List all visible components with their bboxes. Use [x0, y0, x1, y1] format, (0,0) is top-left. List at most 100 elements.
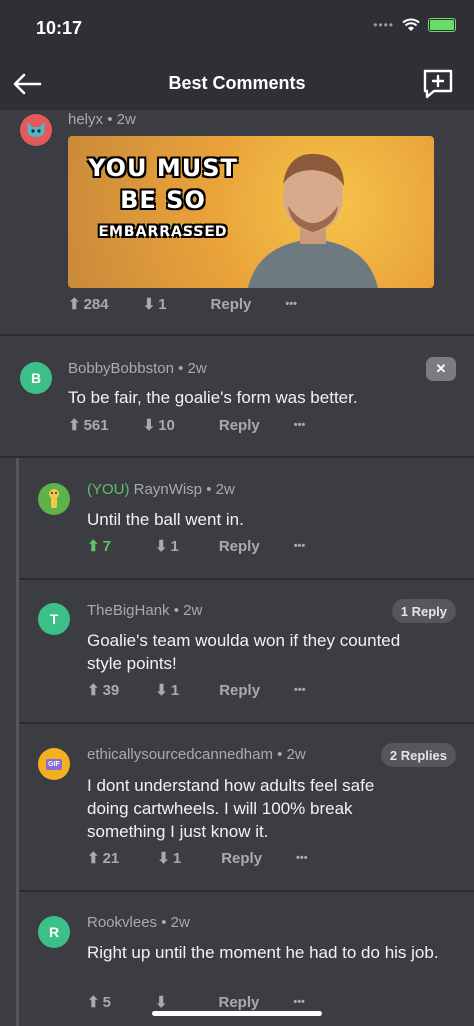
comment-age: 2w	[183, 602, 203, 619]
comment-actions: ⬆ 284 ⬇ 1 Reply •••	[68, 295, 297, 314]
more-options-icon[interactable]: •••	[293, 996, 305, 1008]
comment-actions: ⬆ 21 ⬇ 1 Reply •••	[87, 849, 308, 868]
username[interactable]: ethicallysourcedcannedham	[87, 746, 273, 763]
username[interactable]: RaynWisp	[134, 481, 202, 498]
username[interactable]: helyx	[68, 111, 103, 128]
comment-meta: ethicallysourcedcannedham • 2w	[87, 746, 306, 763]
cat-avatar-icon	[27, 122, 45, 137]
gif-caption-line: EMBARRASSED	[98, 224, 228, 240]
gif-avatar-icon: GIF	[46, 758, 62, 770]
status-time: 10:17	[36, 18, 83, 38]
reply-button[interactable]: Reply	[211, 296, 252, 313]
more-options-icon[interactable]: •••	[294, 540, 306, 552]
downvote-button[interactable]: ⬇ 1	[154, 537, 179, 556]
upvote-button[interactable]: ⬆ 39	[87, 681, 119, 700]
comment-meta: helyx • 2w	[68, 111, 136, 128]
avatar[interactable]: B	[20, 362, 52, 394]
wifi-icon	[402, 18, 420, 31]
divider	[19, 722, 474, 724]
comment-text: Goalie's team woulda won if they counted…	[87, 631, 401, 673]
downvote-button[interactable]: ⬇ 1	[142, 295, 167, 314]
avatar[interactable]	[20, 114, 52, 146]
comment-actions: ⬆ 561 ⬇ 10 Reply •••	[68, 416, 306, 435]
home-indicator[interactable]	[152, 1011, 322, 1016]
downvote-button[interactable]: ⬇	[155, 993, 171, 1011]
reply-button[interactable]: Reply	[219, 417, 260, 434]
downvote-button[interactable]: ⬇ 1	[157, 849, 181, 868]
upvote-icon: ⬆	[87, 538, 100, 555]
downvote-button[interactable]: ⬇ 1	[155, 681, 179, 700]
upvote-icon: ⬆	[68, 296, 81, 313]
downvote-button[interactable]: ⬇ 10	[142, 416, 175, 435]
divider	[19, 578, 474, 580]
nav-bar: Best Comments	[0, 58, 474, 110]
divider	[19, 890, 474, 892]
signal-icon: ••••	[373, 18, 394, 32]
reply-button[interactable]: Reply	[219, 682, 260, 699]
gif-caption-line: YOU MUST	[88, 154, 238, 182]
upvote-button[interactable]: ⬆ 7	[87, 537, 111, 556]
thread-line	[16, 458, 19, 1026]
page-title: Best Comments	[168, 73, 306, 93]
gif-image[interactable]: YOU MUST BE SO EMBARRASSED	[68, 136, 434, 288]
more-options-icon[interactable]: •••	[294, 419, 306, 431]
downvote-icon: ⬇	[155, 682, 168, 699]
comment-meta: BobbyBobbston • 2w	[68, 360, 207, 377]
upvote-icon: ⬆	[87, 850, 100, 867]
comment-meta: TheBigHank • 2w	[87, 602, 203, 619]
avatar[interactable]: T	[38, 603, 70, 635]
status-bar: 10:17 ••••	[0, 0, 474, 58]
comment-text: I dont understand how adults feel safe d…	[87, 776, 375, 841]
comment-age: 2w	[116, 111, 136, 128]
divider	[0, 456, 474, 458]
comment-actions: ⬆ 7 ⬇ 1 Reply •••	[87, 537, 306, 556]
comment-actions: ⬆ 39 ⬇ 1 Reply •••	[87, 681, 306, 700]
status-icons: ••••	[373, 18, 456, 32]
battery-icon	[428, 18, 456, 32]
collapse-button[interactable]: ✕	[426, 357, 456, 381]
upvote-icon: ⬆	[87, 682, 100, 699]
gif-person-figure	[248, 153, 378, 288]
close-icon: ✕	[435, 361, 447, 376]
downvote-icon: ⬇	[157, 850, 170, 867]
you-tag: (YOU)	[87, 481, 130, 498]
comment-text: Until the ball went in.	[87, 510, 244, 529]
comment-age: 2w	[187, 360, 207, 377]
username[interactable]: Rookvlees	[87, 914, 157, 931]
comment-age: 2w	[215, 481, 235, 498]
upvote-button[interactable]: ⬆ 561	[68, 416, 109, 435]
replies-count-button[interactable]: 1 Reply	[391, 599, 456, 623]
upvote-button[interactable]: ⬆ 284	[68, 295, 109, 314]
reply-button[interactable]: Reply	[219, 538, 260, 555]
upvote-button[interactable]: ⬆ 21	[87, 849, 119, 868]
reply-button[interactable]: Reply	[219, 994, 260, 1011]
comment-text: Right up until the moment he had to do h…	[87, 943, 439, 962]
username[interactable]: TheBigHank	[87, 602, 170, 619]
comment-actions: ⬆ 5 ⬇ Reply •••	[87, 993, 305, 1012]
avatar[interactable]: GIF	[38, 748, 70, 780]
more-options-icon[interactable]: •••	[294, 684, 306, 696]
upvote-button[interactable]: ⬆ 5	[87, 993, 111, 1012]
comment-meta: Rookvlees • 2w	[87, 914, 190, 931]
comment-age: 2w	[286, 746, 306, 763]
more-options-icon[interactable]: •••	[285, 298, 297, 310]
downvote-icon: ⬇	[142, 417, 156, 434]
more-options-icon[interactable]: •••	[296, 852, 308, 864]
avatar[interactable]	[38, 483, 70, 515]
username[interactable]: BobbyBobbston	[68, 360, 174, 377]
add-comment-icon[interactable]	[420, 66, 456, 102]
gif-caption-line: BE SO	[120, 186, 206, 214]
giraffe-avatar-icon	[49, 489, 59, 508]
comment-age: 2w	[170, 914, 190, 931]
comment-meta: (YOU) RaynWisp • 2w	[87, 481, 235, 498]
downvote-icon: ⬇	[154, 994, 168, 1011]
reply-button[interactable]: Reply	[221, 850, 262, 867]
comment-text: To be fair, the goalie's form was better…	[68, 388, 358, 407]
downvote-icon: ⬇	[154, 538, 168, 555]
replies-count-button[interactable]: 2 Replies	[380, 743, 456, 767]
upvote-icon: ⬆	[87, 994, 100, 1011]
downvote-icon: ⬇	[142, 296, 156, 313]
avatar[interactable]: R	[38, 916, 70, 948]
upvote-icon: ⬆	[68, 417, 81, 434]
divider	[0, 334, 474, 336]
